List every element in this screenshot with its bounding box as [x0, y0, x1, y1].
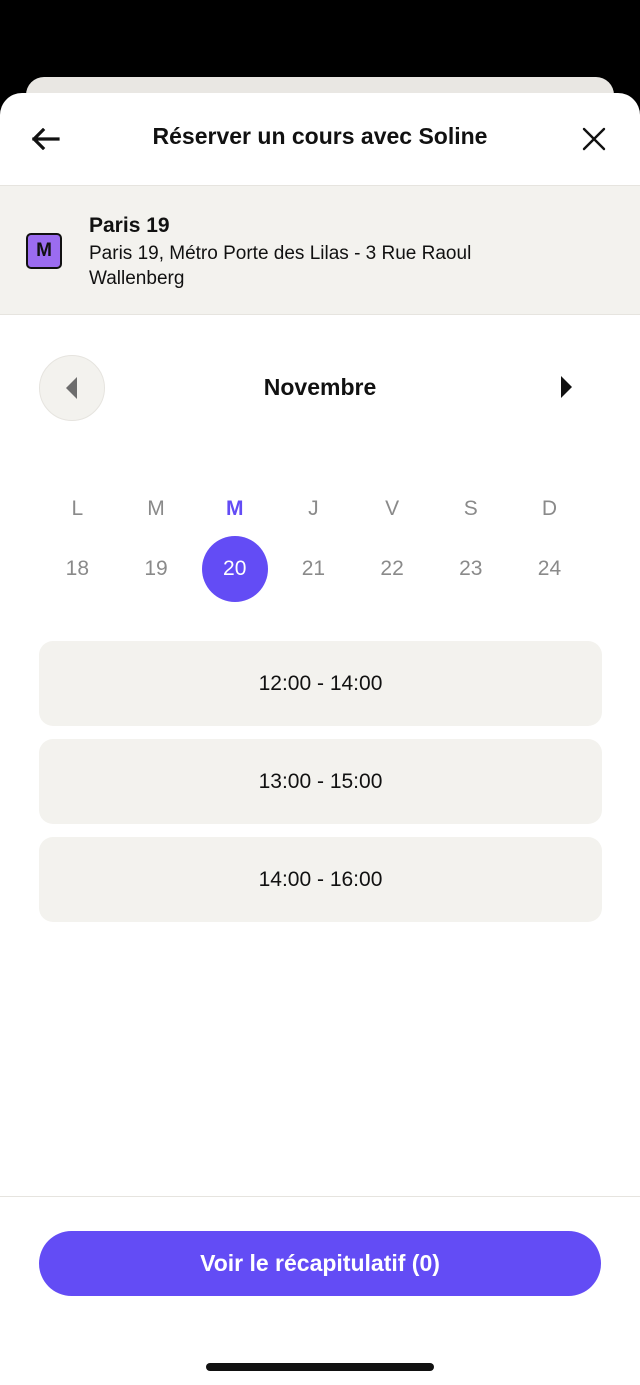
date-cell[interactable]: 21: [274, 536, 353, 602]
summary-button[interactable]: Voir le récapitulatif (0): [39, 1231, 601, 1296]
next-month-button[interactable]: [542, 363, 590, 411]
close-icon: [582, 127, 606, 151]
date-number: 24: [537, 557, 562, 580]
caret-right-icon: [561, 376, 572, 398]
footer-divider: [0, 1196, 640, 1197]
weekday-label: V: [385, 497, 400, 520]
date-row: 18 19 20 21 22 23 24: [38, 536, 589, 602]
weekday-header: L M M J V S D: [38, 476, 589, 542]
close-button[interactable]: [570, 115, 618, 163]
date-number: 20: [201, 536, 268, 602]
month-navigation: Novembre: [0, 355, 640, 421]
weekday-label: J: [308, 497, 319, 520]
weekday-label: D: [541, 497, 558, 520]
weekday-label: L: [71, 497, 84, 520]
time-slot[interactable]: 14:00 - 16:00: [39, 837, 602, 922]
time-slot[interactable]: 13:00 - 15:00: [39, 739, 602, 824]
back-button[interactable]: [22, 115, 70, 163]
date-cell[interactable]: 19: [117, 536, 196, 602]
date-number: 21: [301, 557, 326, 580]
date-cell[interactable]: 22: [353, 536, 432, 602]
month-label: Novembre: [263, 374, 377, 400]
date-number: 18: [65, 557, 90, 580]
caret-left-icon: [66, 377, 77, 399]
arrow-left-icon: [32, 128, 60, 150]
time-slot[interactable]: 12:00 - 14:00: [39, 641, 602, 726]
metro-icon: M: [26, 233, 62, 269]
date-cell[interactable]: 23: [431, 536, 510, 602]
home-indicator[interactable]: [206, 1363, 434, 1371]
date-number: 19: [144, 557, 168, 580]
date-number: 23: [459, 557, 483, 580]
sheet-header: Réserver un cours avec Soline: [0, 93, 640, 185]
page-title: Réserver un cours avec Soline: [152, 123, 488, 149]
weekday-label: M: [147, 497, 165, 520]
weekday-label-active: M: [225, 497, 244, 520]
date-cell[interactable]: 24: [510, 536, 589, 602]
location-name: Paris 19: [89, 214, 170, 237]
location-address: Paris 19, Métro Porte des Lilas - 3 Rue …: [89, 243, 472, 289]
date-number: 22: [380, 557, 404, 580]
time-slot-list: 12:00 - 14:00 13:00 - 15:00 14:00 - 16:0…: [39, 641, 602, 935]
weekday-label: S: [463, 497, 478, 520]
booking-sheet: Réserver un cours avec Soline M Paris 19…: [0, 93, 640, 1385]
location-banner: M Paris 19 Paris 19, Métro Porte des Lil…: [0, 185, 640, 315]
date-cell[interactable]: 18: [38, 536, 117, 602]
date-cell-selected[interactable]: 20: [195, 536, 274, 602]
previous-month-button[interactable]: [39, 355, 105, 421]
